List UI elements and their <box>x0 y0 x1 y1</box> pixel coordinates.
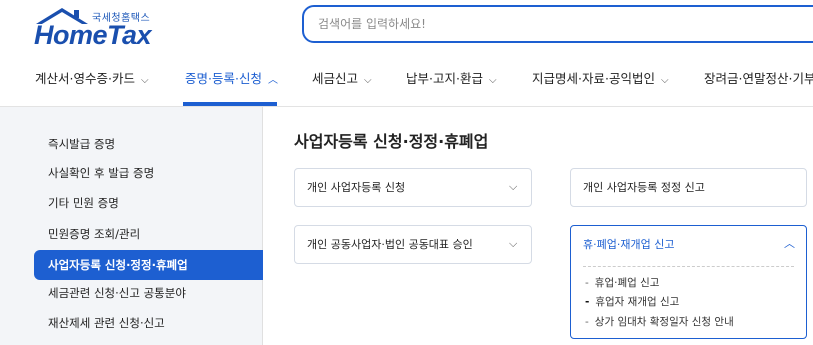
chevron-up-icon: ︿ <box>267 75 278 86</box>
gnb-item-label: 증명·등록·신청 <box>185 71 262 86</box>
main-navigation: 계산서·영수증·카드 ⌵ 증명·등록·신청 ︿ 세금신고 ⌵ 납부·고지·환급 ⌵ 지급… <box>0 50 813 107</box>
gnb-item-certificates[interactable]: 증명·등록·신청 ︿ <box>185 68 278 88</box>
sidebar: 즉시발급 증명 사실확인 후 발급 증명 기타 민원 증명 민원증명 조회/관리… <box>0 107 263 345</box>
dash-icon: - <box>585 277 589 289</box>
dash-icon: - <box>585 316 589 328</box>
sidebar-item-tax-common[interactable]: 세금관련 신청·신고 공통분야 <box>34 278 263 308</box>
gnb-item-tax-filing[interactable]: 세금신고 ⌵ <box>312 68 372 88</box>
card-label: 개인 사업자등록 신청 <box>307 181 406 194</box>
submenu-item-closure[interactable]: - 휴업·폐업 신고 <box>585 275 659 290</box>
submenu-item-reopening[interactable]: - 휴업자 재개업 신고 <box>585 294 679 309</box>
search-input[interactable] <box>318 15 798 33</box>
submenu-label: 휴업·폐업 신고 <box>594 277 660 289</box>
submenu-label: 상가 임대차 확정일자 신청 안내 <box>594 316 734 328</box>
sidebar-item-business-registration[interactable]: 사업자등록 신청·정정·휴폐업 <box>34 250 263 280</box>
site-header: 국세청홈택스 HomeTax <box>0 0 813 50</box>
page-title: 사업자등록 신청·정정·휴폐업 <box>294 132 489 151</box>
gnb-item-statements[interactable]: 지급명세·자료·공익법인 ⌵ <box>532 68 669 88</box>
gnb-item-label: 계산서·영수증·카드 <box>35 71 135 86</box>
gnb-item-receipts[interactable]: 계산서·영수증·카드 ⌵ <box>35 68 149 88</box>
card-label: 개인 사업자등록 정정 신고 <box>583 181 705 194</box>
gnb-active-indicator <box>183 102 277 106</box>
dash-icon: - <box>585 296 590 308</box>
sidebar-item-other-certificate[interactable]: 기타 민원 증명 <box>34 188 263 218</box>
chevron-down-icon: ⌵ <box>509 180 518 193</box>
chevron-down-icon: ⌵ <box>140 75 149 86</box>
submenu-item-lease-date[interactable]: - 상가 임대차 확정일자 신청 안내 <box>585 314 734 329</box>
gnb-item-label: 장려금·연말정산·기부 <box>704 71 813 86</box>
chevron-down-icon: ⌵ <box>488 75 497 86</box>
chevron-up-icon: ︿ <box>784 237 795 250</box>
sidebar-item-certificate-management[interactable]: 민원증명 조회/관리 <box>34 219 263 249</box>
search-box[interactable] <box>302 5 813 43</box>
gnb-item-label: 납부·고지·환급 <box>406 71 483 86</box>
sidebar-item-instant-certificate[interactable]: 즉시발급 증명 <box>34 129 263 159</box>
chevron-down-icon: ⌵ <box>364 75 372 86</box>
submenu-label: 휴업자 재개업 신고 <box>595 296 680 308</box>
card-label: 휴·폐업·재개업 신고 <box>583 238 675 251</box>
card-registration-correction[interactable]: 개인 사업자등록 정정 신고 <box>570 168 807 207</box>
chevron-down-icon: ⌵ <box>509 237 518 250</box>
gnb-item-label: 지급명세·자료·공익법인 <box>532 71 655 86</box>
sidebar-item-verified-certificate[interactable]: 사실확인 후 발급 증명 <box>34 158 263 188</box>
gnb-item-payment[interactable]: 납부·고지·환급 ⌵ <box>406 68 497 88</box>
gnb-item-label: 세금신고 <box>312 71 359 86</box>
gnb-item-incentives[interactable]: 장려금·연말정산·기부 <box>704 68 813 88</box>
card-label: 개인 공동사업자·법인 공동대표 승인 <box>307 238 473 251</box>
logo-title: HomeTax <box>34 20 152 50</box>
chevron-down-icon: ⌵ <box>660 75 669 86</box>
card-individual-registration[interactable]: 개인 사업자등록 신청 ⌵ <box>294 168 532 207</box>
sidebar-item-property-tax[interactable]: 재산제세 관련 신청·신고 <box>34 308 263 338</box>
card-closure-reopening[interactable]: 휴·폐업·재개업 신고 ︿ - 휴업·폐업 신고 - 휴업자 재개업 신고 - 상가 … <box>570 225 807 339</box>
card-joint-business-approval[interactable]: 개인 공동사업자·법인 공동대표 승인 ⌵ <box>294 225 532 264</box>
hometax-logo[interactable]: 국세청홈택스 HomeTax <box>34 6 154 50</box>
divider <box>583 266 794 267</box>
